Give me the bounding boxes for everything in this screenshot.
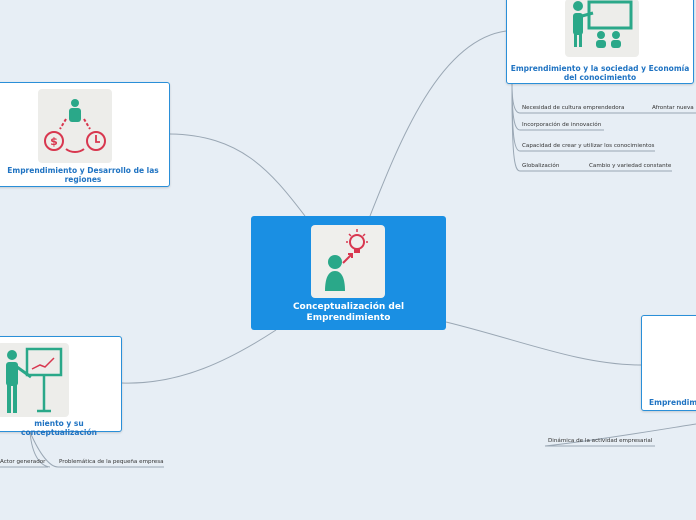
subtopic-capacidad-conocimientos[interactable]: Capacidad de crear y utilizar los conoci… <box>522 143 654 149</box>
subtopic-incorporacion-innovacion[interactable]: Incorporación de innovación <box>522 122 601 128</box>
money-cycle-icon: $ <box>38 89 112 163</box>
teacher-board-icon <box>565 0 639 57</box>
subtopic-cambio-variedad[interactable]: Cambio y variedad constante <box>589 163 671 169</box>
subtopic-dinamica-actividad[interactable]: Dinámica de la actividad empresarial <box>548 438 652 444</box>
topic-title-sociedad: Emprendimiento y la sociedad y Economía … <box>510 64 690 82</box>
svg-text:$: $ <box>50 135 58 148</box>
central-topic-title: Conceptualización del Emprendimiento <box>292 302 405 323</box>
topic-node-right[interactable]: Emprendimi <box>641 315 696 411</box>
topic-title-right: Emprendimi <box>649 398 696 407</box>
subtopic-problematica-pequena-empresa[interactable]: Problemática de la pequeña empresa <box>59 459 164 465</box>
subtopic-actor-generador[interactable]: Actor generador <box>0 459 45 465</box>
topic-node-regiones[interactable]: $ Emprendimiento y Desarrollo de las reg… <box>0 82 170 187</box>
topic-title-conceptualizacion: miento y su conceptualización <box>21 419 97 437</box>
subtopic-globalizacion[interactable]: Globalización <box>522 163 559 169</box>
person-lightbulb-icon <box>311 225 385 298</box>
topic-title-regiones: Emprendimiento y Desarrollo de las regio… <box>7 166 159 184</box>
subtopic-afrontar-nueva[interactable]: Afrontar nueva <box>652 105 694 111</box>
central-topic-node[interactable]: Conceptualización del Emprendimiento <box>251 216 446 330</box>
topic-node-sociedad[interactable]: Emprendimiento y la sociedad y Economía … <box>506 0 694 84</box>
presenter-chart-icon <box>0 343 69 417</box>
topic-node-conceptualizacion[interactable]: miento y su conceptualización <box>0 336 122 437</box>
subtopic-cultura-emprendedora[interactable]: Necesidad de cultura emprendedora <box>522 105 624 111</box>
